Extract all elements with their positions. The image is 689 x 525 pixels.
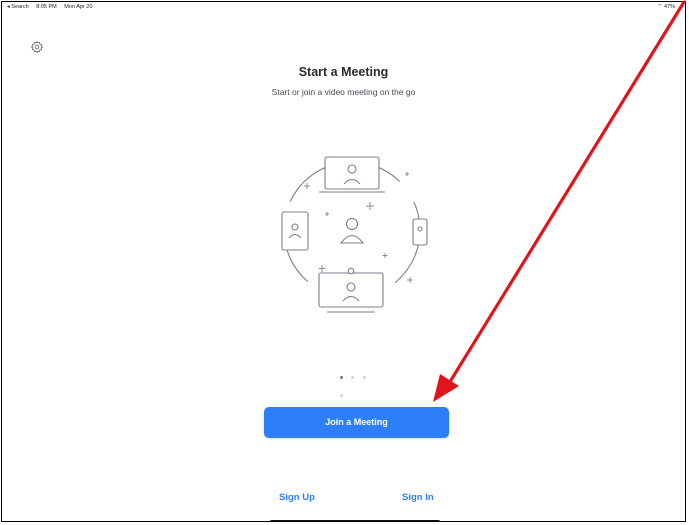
page-indicator[interactable]: [340, 369, 375, 398]
status-bar: ◂ Search 8:05 PM Mon Apr 20 ⌔ 47%: [2, 2, 685, 12]
page-dot-active: [340, 376, 343, 380]
battery-level: 47%: [663, 4, 675, 10]
join-meeting-button[interactable]: Join a Meeting: [264, 407, 449, 438]
status-date: Mon Apr 20: [64, 4, 93, 10]
sign-up-link[interactable]: Sign Up: [279, 492, 315, 503]
page-dot: [362, 376, 366, 380]
page-subtitle: Start or join a video meeting on the go: [271, 87, 416, 97]
app-screen: ◂ Search 8:05 PM Mon Apr 20 ⌔ 47% Start …: [1, 1, 686, 522]
status-left: ◂ Search 8:05 PM Mon Apr 20: [7, 2, 98, 12]
sign-in-link[interactable]: Sign In: [402, 492, 434, 503]
status-right: ⌔ 47%: [657, 2, 675, 12]
devices-connection-illustration: [281, 156, 428, 313]
status-time: 8:05 PM: [36, 4, 57, 10]
page-title: Start a Meeting: [298, 65, 389, 79]
home-indicator[interactable]: [270, 520, 440, 521]
page-dot: [340, 394, 343, 398]
page-dot: [351, 376, 355, 380]
wifi-icon: ⌔: [657, 4, 663, 10]
back-to-search-link[interactable]: ◂ Search: [7, 4, 29, 10]
gear-icon[interactable]: [30, 40, 44, 54]
